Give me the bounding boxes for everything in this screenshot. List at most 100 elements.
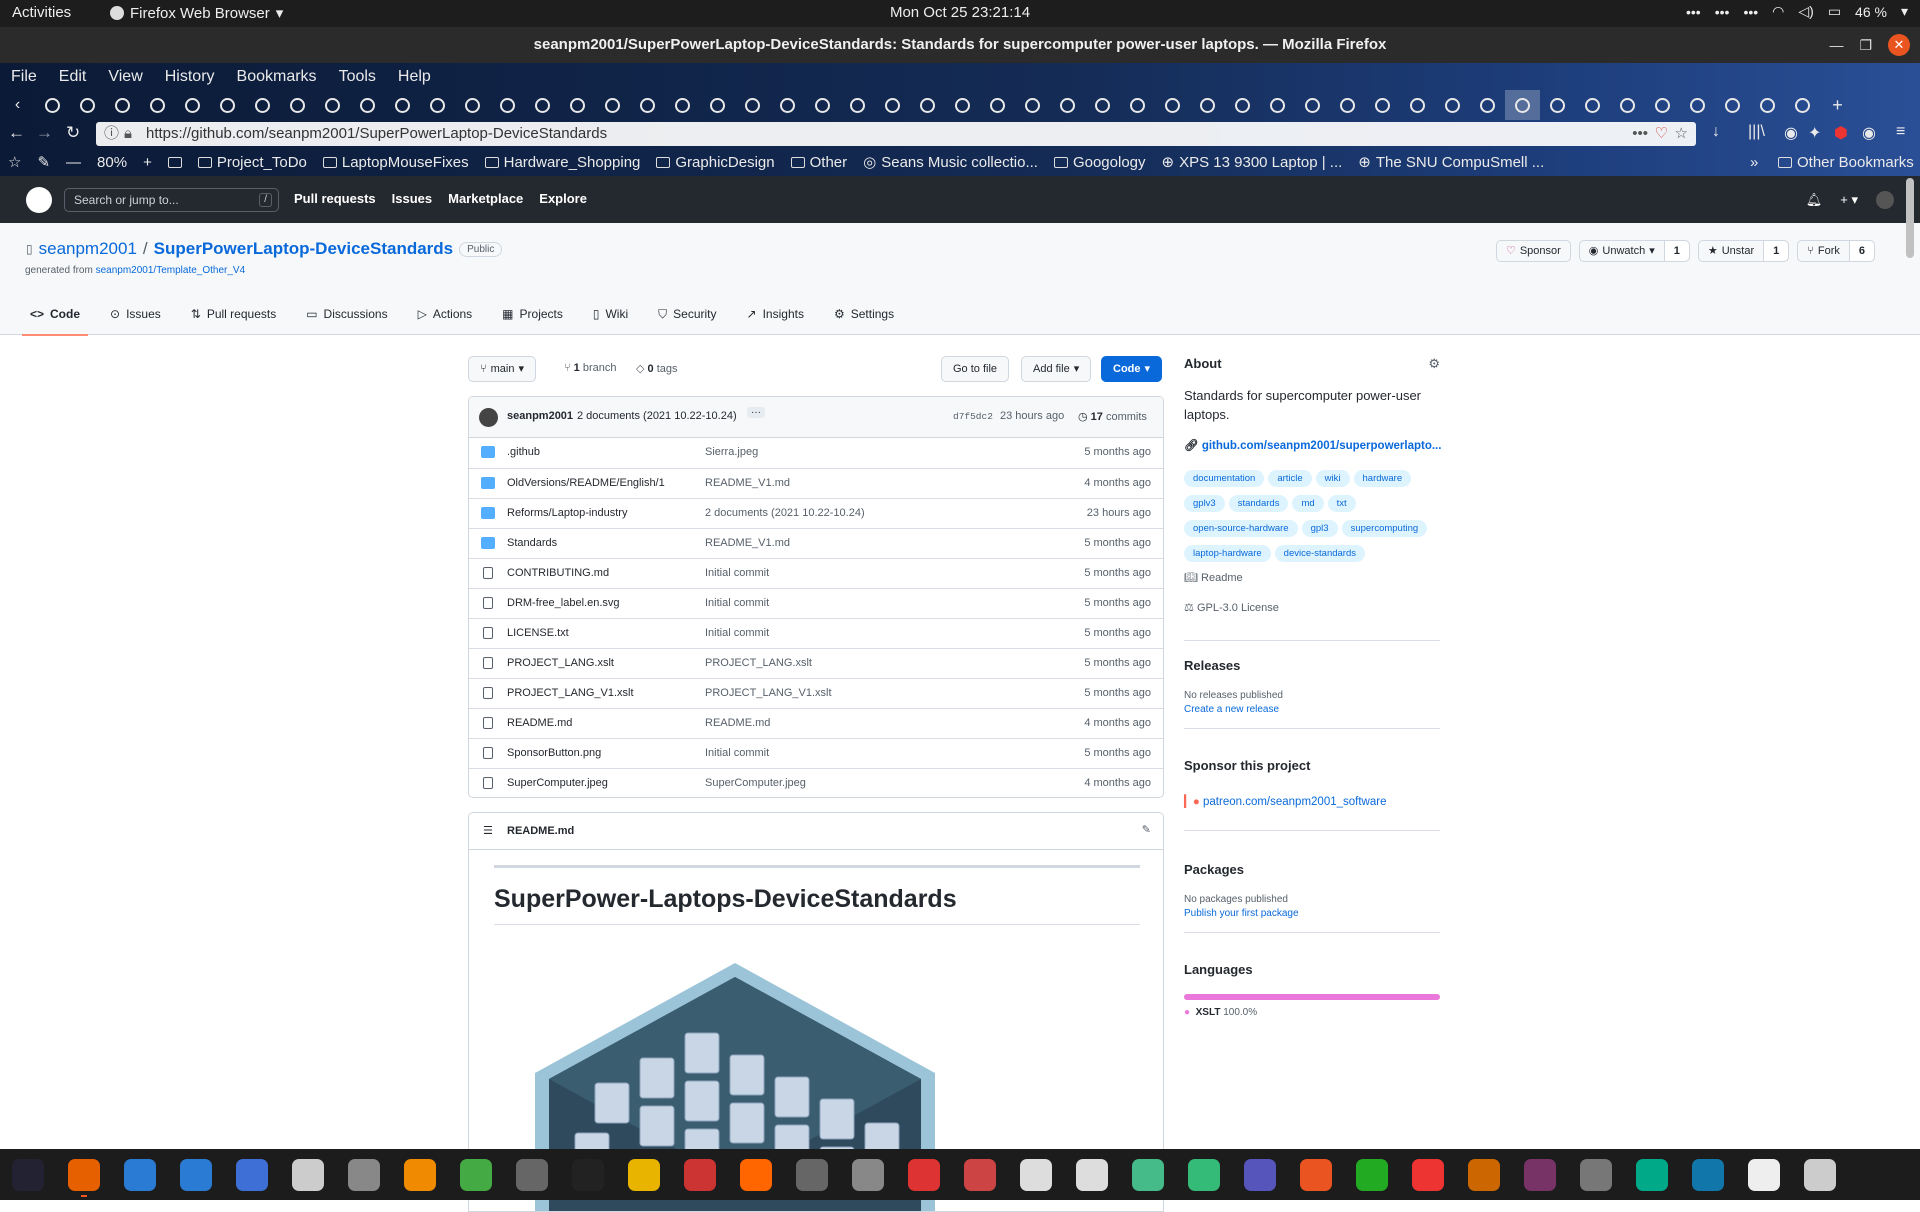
- table-row[interactable]: Reforms/Laptop-industry 2 documents (2021…: [469, 498, 1163, 528]
- dock-app-icon[interactable]: [448, 1149, 504, 1200]
- topic-tag[interactable]: gplv3: [1184, 495, 1225, 512]
- file-name[interactable]: OldVersions/README/English/1: [507, 477, 665, 489]
- browser-tab[interactable]: [1120, 90, 1155, 120]
- unstar-button[interactable]: ★ Unstar 1: [1697, 240, 1790, 262]
- releases-heading[interactable]: Releases: [1184, 658, 1240, 673]
- browser-tab[interactable]: [1015, 90, 1050, 120]
- dock-app-icon[interactable]: [392, 1149, 448, 1200]
- new-tab-icon[interactable]: +: [1820, 90, 1855, 120]
- file-commit-message[interactable]: 2 documents (2021 10.22-10.24): [705, 507, 865, 519]
- file-name[interactable]: SuperComputer.jpeg: [507, 777, 608, 789]
- file-name[interactable]: Standards: [507, 537, 557, 549]
- star-icon[interactable]: ☆: [1675, 122, 1688, 146]
- dock-app-icon[interactable]: [728, 1149, 784, 1200]
- bookmark-music[interactable]: ◎ Seans Music collectio...: [855, 153, 1046, 172]
- browser-tab[interactable]: [1470, 90, 1505, 120]
- ublock-icon[interactable]: ⬢: [1834, 123, 1848, 143]
- zoom-out-icon[interactable]: —: [58, 154, 89, 171]
- table-row[interactable]: PROJECT_LANG_V1.xslt PROJECT_LANG_V1.xslt…: [469, 678, 1163, 708]
- zoom-in-icon[interactable]: +: [135, 154, 160, 171]
- browser-tab[interactable]: [1610, 90, 1645, 120]
- file-commit-message[interactable]: README_V1.md: [705, 477, 790, 489]
- file-commit-message[interactable]: Initial commit: [705, 627, 769, 639]
- create-release-link[interactable]: Create a new release: [1184, 704, 1279, 715]
- reload-icon[interactable]: ↻: [66, 123, 80, 143]
- browser-tab[interactable]: [1575, 90, 1610, 120]
- browser-tab[interactable]: [980, 90, 1015, 120]
- extension-icon[interactable]: ✦: [1808, 123, 1821, 143]
- dock-app-icon[interactable]: [1176, 1149, 1232, 1200]
- account-icon[interactable]: ◉: [1784, 123, 1798, 143]
- maximize-icon[interactable]: ❐: [1859, 37, 1872, 54]
- table-row[interactable]: DRM-free_label.en.svg Initial commit 5 mon…: [469, 588, 1163, 618]
- commit-author[interactable]: seanpm2001: [507, 410, 573, 422]
- browser-tab[interactable]: [420, 90, 455, 120]
- commit-message[interactable]: 2 documents (2021 10.22-10.24): [577, 410, 737, 422]
- browser-tab[interactable]: [525, 90, 560, 120]
- browser-tab[interactable]: [105, 90, 140, 120]
- overflow-icon[interactable]: •••: [1715, 4, 1730, 20]
- bookmark-other[interactable]: Other: [783, 154, 856, 171]
- tab-wiki[interactable]: ▯ Wiki: [593, 293, 628, 335]
- table-row[interactable]: PROJECT_LANG.xslt PROJECT_LANG.xslt 5 mont…: [469, 648, 1163, 678]
- browser-tab[interactable]: [770, 90, 805, 120]
- menu-history[interactable]: History: [154, 68, 226, 86]
- lock-icon[interactable]: 🔒︎: [124, 122, 132, 146]
- dock-app-icon[interactable]: [1736, 1149, 1792, 1200]
- website-link[interactable]: 🔗︎ github.com/seanpm2001/superpowerlapto…: [1184, 438, 1441, 452]
- file-name[interactable]: LICENSE.txt: [507, 627, 569, 639]
- browser-tab[interactable]: [840, 90, 875, 120]
- avatar[interactable]: [479, 408, 498, 427]
- browser-tab[interactable]: [385, 90, 420, 120]
- page-actions-icon[interactable]: •••: [1632, 122, 1648, 146]
- browser-tab[interactable]: [700, 90, 735, 120]
- dock-app-icon[interactable]: [336, 1149, 392, 1200]
- topic-tag[interactable]: md: [1292, 495, 1324, 512]
- file-name[interactable]: .github: [507, 446, 540, 458]
- table-row[interactable]: SuperComputer.jpeg SuperComputer.jpeg 4 mo…: [469, 768, 1163, 797]
- volume-icon[interactable]: ◁): [1798, 3, 1813, 20]
- scrollbar-thumb[interactable]: [1906, 178, 1914, 258]
- dock-app-icon[interactable]: [1512, 1149, 1568, 1200]
- file-name[interactable]: CONTRIBUTING.md: [507, 567, 609, 579]
- bookmark-xps[interactable]: ⊕ XPS 13 9300 Laptop | ...: [1154, 153, 1351, 172]
- system-tray[interactable]: ••• ••• ••• ◠ ◁) ▭ 46 % ▾: [1686, 3, 1908, 20]
- dock-app-icon[interactable]: [1680, 1149, 1736, 1200]
- browser-tab[interactable]: [1225, 90, 1260, 120]
- topic-tag[interactable]: standards: [1228, 495, 1289, 512]
- zoom-level[interactable]: 80%: [89, 154, 135, 171]
- browser-tab[interactable]: [245, 90, 280, 120]
- close-icon[interactable]: ✕: [1888, 34, 1910, 56]
- file-name[interactable]: README.md: [507, 717, 572, 729]
- topic-tag[interactable]: gpl3: [1301, 520, 1338, 537]
- dock-app-icon[interactable]: [840, 1149, 896, 1200]
- table-row[interactable]: SponsorButton.png Initial commit 5 months …: [469, 738, 1163, 768]
- bookmark-graphicdesign[interactable]: GraphicDesign: [648, 154, 782, 171]
- browser-tab[interactable]: [1505, 90, 1540, 120]
- overflow-icon[interactable]: •••: [1686, 4, 1701, 20]
- menu-file[interactable]: File: [0, 68, 48, 86]
- browser-tab[interactable]: [455, 90, 490, 120]
- topic-tag[interactable]: device-standards: [1274, 545, 1366, 562]
- browser-tab[interactable]: [1400, 90, 1435, 120]
- dock-app-icon[interactable]: [560, 1149, 616, 1200]
- topic-tag[interactable]: wiki: [1315, 470, 1350, 487]
- fork-count[interactable]: 6: [1848, 241, 1874, 261]
- url-bar[interactable]: ⓘ 🔒︎ https://github.com/seanpm2001/Super…: [96, 122, 1696, 146]
- browser-tab[interactable]: [1365, 90, 1400, 120]
- dock-app-icon[interactable]: [56, 1149, 112, 1200]
- star-count[interactable]: 1: [1763, 241, 1789, 261]
- fork-button[interactable]: ⑂ Fork 6: [1797, 240, 1875, 262]
- browser-tab[interactable]: [665, 90, 700, 120]
- tab-code[interactable]: <> Code: [21, 293, 89, 336]
- bookmark-laptopmousefixes[interactable]: LaptopMouseFixes: [315, 154, 477, 171]
- dock-app-icon[interactable]: [168, 1149, 224, 1200]
- browser-tab[interactable]: [175, 90, 210, 120]
- dock-app-icon[interactable]: [896, 1149, 952, 1200]
- bookmark-project-todo[interactable]: Project_ToDo: [190, 154, 315, 171]
- browser-tab[interactable]: [1330, 90, 1365, 120]
- code-button[interactable]: Code ▾: [1101, 356, 1163, 382]
- browser-tab[interactable]: [630, 90, 665, 120]
- repo-name-link[interactable]: SuperPowerLaptop-DeviceStandards: [154, 239, 453, 259]
- file-name[interactable]: SponsorButton.png: [507, 747, 601, 759]
